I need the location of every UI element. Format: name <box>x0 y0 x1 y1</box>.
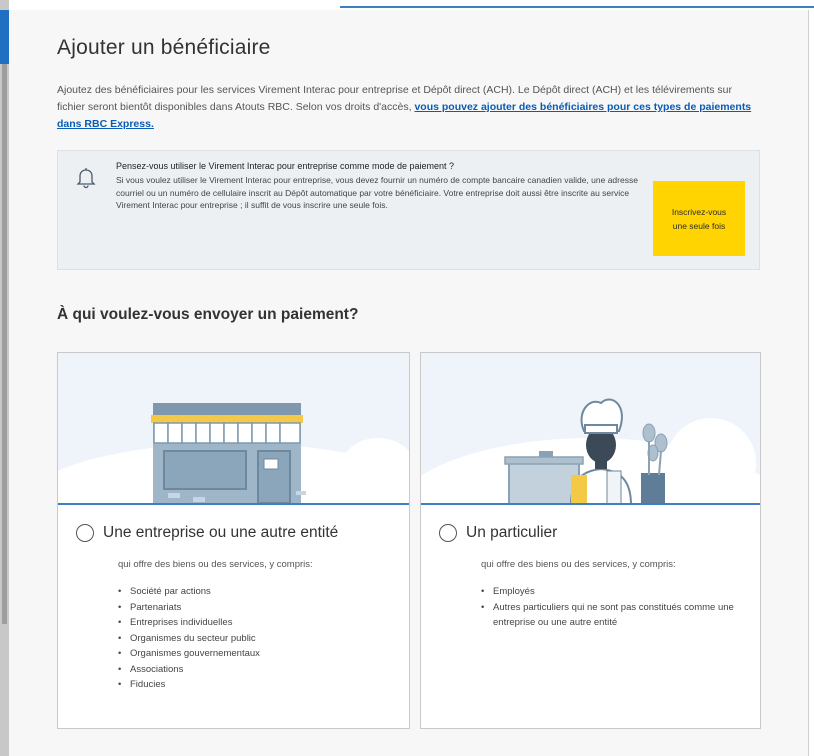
scrollbar-thumb[interactable] <box>2 64 7 624</box>
individual-option-title: Un particulier <box>466 524 558 541</box>
left-accent-bar <box>0 10 9 64</box>
business-examples-list: Société par actions Partenariats Entrepr… <box>118 584 260 693</box>
list-item: Entreprises individuelles <box>118 615 260 631</box>
bell-icon <box>76 168 96 189</box>
page-content: Ajouter un bénéficiaire Ajoutez des béné… <box>9 10 809 756</box>
interac-notice: Pensez-vous utiliser le Virement Interac… <box>57 150 760 270</box>
individual-option-subtitle: qui offre des biens ou des services, y c… <box>481 559 676 570</box>
business-radio[interactable] <box>76 524 94 542</box>
enroll-button[interactable]: Inscrivez-vous une seule fois <box>653 181 745 256</box>
left-scrollbar[interactable] <box>0 0 9 756</box>
storefront-illustration <box>58 353 409 505</box>
storefront-icon <box>58 403 409 503</box>
top-strip <box>0 0 814 10</box>
list-item: Société par actions <box>118 584 260 600</box>
list-item: Associations <box>118 662 260 678</box>
business-option-title: Une entreprise ou une autre entité <box>103 524 339 541</box>
list-item: Organismes gouvernementaux <box>118 646 260 662</box>
individual-radio[interactable] <box>439 524 457 542</box>
list-item: Autres particuliers qui ne sont pas cons… <box>481 600 741 631</box>
notice-title: Pensez-vous utiliser le Virement Interac… <box>116 161 455 171</box>
list-item: Partenariats <box>118 600 260 616</box>
individual-examples-list: Employés Autres particuliers qui ne sont… <box>481 584 741 631</box>
list-item: Fiducies <box>118 677 260 693</box>
enroll-button-label: Inscrivez-vous une seule fois <box>671 206 727 231</box>
list-item: Organismes du secteur public <box>118 631 260 647</box>
page-title: Ajouter un bénéficiaire <box>57 36 271 59</box>
chef-illustration <box>421 353 760 505</box>
intro-text: Ajoutez des bénéficiaires pour les servi… <box>57 82 757 133</box>
recipient-question: À qui voulez-vous envoyer un paiement? <box>57 306 359 323</box>
business-option-subtitle: qui offre des biens ou des services, y c… <box>118 559 313 570</box>
option-card-business[interactable]: Une entreprise ou une autre entité qui o… <box>57 352 410 729</box>
option-card-individual[interactable]: Un particulier qui offre des biens ou de… <box>420 352 761 729</box>
top-blue-line <box>340 6 814 8</box>
notice-body: Si vous voulez utiliser le Virement Inte… <box>116 175 638 210</box>
chef-icon <box>421 398 760 503</box>
list-item: Employés <box>481 584 741 600</box>
